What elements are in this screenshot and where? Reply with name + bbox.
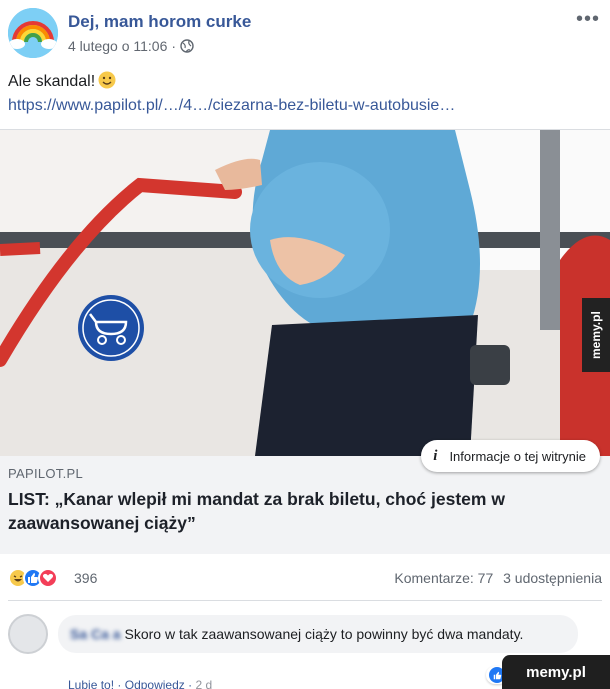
watermark-corner: memy.pl xyxy=(502,655,610,689)
comment-actions: Lubię to! · Odpowiedz · 2 d xyxy=(68,678,212,689)
smile-emoji-icon xyxy=(98,71,116,89)
rainbow-avatar-icon[interactable] xyxy=(8,8,58,58)
post-header: Dej, mam horom curke 4 lutego o 11:06 · … xyxy=(8,8,602,64)
post-meta: 4 lutego o 11:06 · xyxy=(68,38,194,54)
reaction-icons[interactable] xyxy=(8,568,58,588)
love-icon xyxy=(38,568,58,588)
comment-avatar[interactable] xyxy=(8,614,48,654)
divider xyxy=(8,600,602,601)
shares-count[interactable]: 3 udostępnienia xyxy=(503,570,602,586)
post-link[interactable]: https://www.papilot.pl/…/4…/ciezarna-bez… xyxy=(8,94,602,118)
preview-title[interactable]: LIST: „Kanar wlepił mi mandat za brak bi… xyxy=(8,487,602,535)
comment-time[interactable]: 2 d xyxy=(195,678,212,689)
meta-separator: · xyxy=(171,38,177,54)
comment-author[interactable]: Sa Ca a xyxy=(70,626,121,642)
post-body: Ale skandal! https://www.papilot.pl/…/4…… xyxy=(8,70,602,118)
comment-text: Skoro w tak zaawansowanej ciąży to powin… xyxy=(124,626,524,642)
post-text: Ale skandal! xyxy=(8,73,96,90)
more-dots-icon[interactable]: ••• xyxy=(576,8,600,31)
link-preview[interactable]: PAPILOT.PL LIST: „Kanar wlepił mi mandat… xyxy=(0,129,610,554)
info-icon: i xyxy=(433,447,438,464)
watermark-side: memy.pl xyxy=(582,298,610,372)
post-counts: Komentarze: 77 3 udostępnienia xyxy=(388,570,602,586)
page-name[interactable]: Dej, mam horom curke xyxy=(68,12,251,32)
comment-like-link[interactable]: Lubię to! xyxy=(68,678,114,689)
action-separator: · xyxy=(117,678,125,689)
comments-count[interactable]: Komentarze: 77 xyxy=(394,570,493,586)
reaction-count[interactable]: 396 xyxy=(74,570,97,586)
post-timestamp[interactable]: 4 lutego o 11:06 xyxy=(68,38,167,54)
globe-icon xyxy=(180,39,194,53)
preview-image[interactable] xyxy=(0,130,610,456)
reactions-bar: 396 Komentarze: 77 3 udostępnienia xyxy=(8,566,602,590)
site-info-label: Informacje o tej witrynie xyxy=(449,448,586,464)
comment-reply-link[interactable]: Odpowiedz xyxy=(125,678,185,689)
site-info-button[interactable]: i Informacje o tej witrynie xyxy=(421,440,600,472)
post-message: Ale skandal! xyxy=(8,70,602,94)
comment-bubble: Sa Ca a Skoro w tak zaawansowanej ciąży … xyxy=(58,615,578,653)
